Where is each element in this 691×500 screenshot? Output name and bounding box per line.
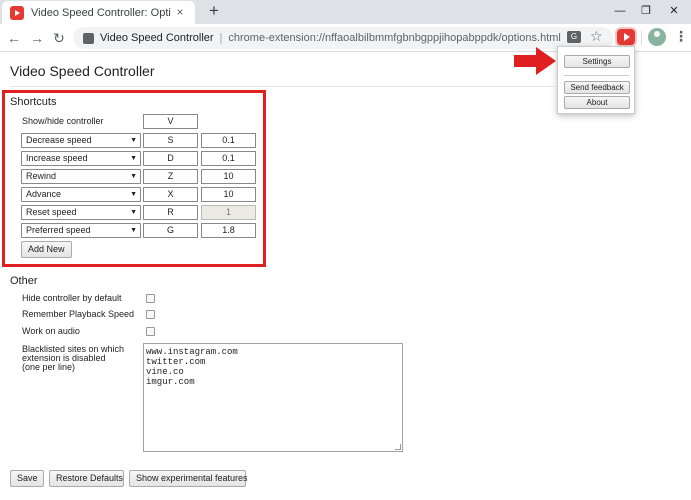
add-new-button[interactable]: Add New [21, 241, 72, 258]
dropdown-arrow-icon: ▼ [130, 155, 137, 162]
translate-icon[interactable]: G [567, 31, 581, 43]
shortcut-key-input[interactable]: Z [143, 169, 198, 184]
red-arrow-icon [514, 47, 556, 75]
shortcut-action-select[interactable]: Rewind ▼ [21, 169, 141, 184]
shortcut-action-value: Increase speed [26, 153, 88, 163]
shortcut-action-value: Rewind [26, 171, 57, 181]
shortcut-action-value: Reset speed [26, 207, 77, 217]
close-window-button[interactable]: ✕ [665, 3, 683, 19]
work-on-audio-label: Work on audio [22, 326, 80, 336]
remember-speed-checkbox[interactable] [146, 310, 155, 319]
show-hide-key-input[interactable]: V [143, 114, 198, 129]
shortcut-key-input[interactable]: S [143, 133, 198, 148]
dropdown-arrow-icon: ▼ [130, 173, 137, 180]
omnibox-site-name: Video Speed Controller [100, 32, 214, 44]
about-button[interactable]: About [564, 96, 630, 109]
shortcut-action-value: Preferred speed [26, 225, 91, 235]
video-speed-extension-icon[interactable] [617, 29, 635, 45]
resize-grip-icon[interactable] [395, 444, 401, 450]
browser-tab[interactable]: Video Speed Controller: Options × [2, 1, 195, 24]
shortcut-action-select[interactable]: Advance ▼ [21, 187, 141, 202]
title-divider [10, 86, 555, 87]
settings-button[interactable]: Settings [564, 55, 630, 68]
shortcut-value-input[interactable]: 10 [201, 169, 256, 184]
dropdown-arrow-icon: ▼ [130, 227, 137, 234]
forward-button[interactable]: → [28, 29, 46, 47]
tab-title: Video Speed Controller: Options [31, 6, 171, 19]
hide-controller-checkbox[interactable] [146, 294, 155, 303]
popup-divider [564, 75, 630, 76]
bookmark-star-icon[interactable]: ☆ [590, 28, 603, 45]
title-bar: Video Speed Controller: Options × + — ❐ … [0, 0, 691, 24]
shortcut-action-value: Advance [26, 189, 62, 199]
blacklist-site: vine.co [146, 367, 184, 377]
address-bar[interactable]: Video Speed Controller | chrome-extensio… [73, 27, 613, 49]
reload-button[interactable]: ↻ [50, 29, 68, 47]
minimize-button[interactable]: — [611, 3, 629, 19]
blacklist-site: imgur.com [146, 377, 195, 387]
shortcut-key-input[interactable]: X [143, 187, 198, 202]
shortcut-key-input[interactable]: G [143, 223, 198, 238]
extension-puzzle-icon [83, 32, 94, 44]
shortcut-value-input[interactable]: 10 [201, 187, 256, 202]
save-button[interactable]: Save [10, 470, 44, 487]
chrome-menu-icon[interactable]: ⋮ [674, 28, 688, 44]
restore-defaults-button[interactable]: Restore Defaults [49, 470, 124, 487]
omnibox-url: chrome-extension://nffaoalbilbmmfgbnbgpp… [228, 32, 561, 44]
dropdown-arrow-icon: ▼ [130, 209, 137, 216]
shortcut-value-input[interactable]: 1.8 [201, 223, 256, 238]
blacklist-label-line3: (one per line) [22, 362, 76, 372]
restore-button[interactable]: ❐ [637, 3, 655, 19]
page-title: Video Speed Controller [10, 63, 155, 79]
dropdown-arrow-icon: ▼ [130, 191, 137, 198]
remember-speed-label: Remember Playback Speed [22, 309, 135, 319]
show-experimental-button[interactable]: Show experimental features [129, 470, 248, 487]
video-speed-favicon-icon [10, 5, 24, 20]
other-heading: Other [10, 275, 38, 287]
back-button[interactable]: ← [5, 29, 23, 47]
shortcut-key-input[interactable]: R [143, 205, 198, 220]
blacklist-site: twitter.com [146, 357, 206, 367]
shortcuts-heading: Shortcuts [10, 96, 57, 108]
send-feedback-button[interactable]: Send feedback [564, 81, 630, 94]
show-hide-label: Show/hide controller [22, 116, 104, 126]
toolbar-divider [641, 31, 642, 45]
work-on-audio-checkbox[interactable] [146, 327, 155, 336]
extension-popup: Settings Send feedback About [557, 46, 635, 114]
shortcut-action-value: Decrease speed [26, 135, 92, 145]
shortcut-action-select[interactable]: Decrease speed ▼ [21, 133, 141, 148]
tab-close-icon[interactable]: × [173, 5, 187, 19]
profile-avatar[interactable] [648, 28, 666, 46]
shortcut-value-input[interactable]: 0.1 [201, 151, 256, 166]
blacklist-site: www.instagram.com [146, 347, 238, 357]
shortcut-value-input[interactable]: 0.1 [201, 133, 256, 148]
shortcut-key-input[interactable]: D [143, 151, 198, 166]
shortcut-action-select[interactable]: Reset speed ▼ [21, 205, 141, 220]
new-tab-button[interactable]: + [205, 2, 223, 20]
shortcut-action-select[interactable]: Preferred speed ▼ [21, 223, 141, 238]
shortcut-value-input-disabled: 1 [201, 205, 256, 220]
shortcut-action-select[interactable]: Increase speed ▼ [21, 151, 141, 166]
dropdown-arrow-icon: ▼ [130, 137, 137, 144]
omnibox-separator: | [219, 32, 223, 44]
hide-controller-label: Hide controller by default [22, 293, 122, 303]
blacklist-textarea[interactable]: www.instagram.com twitter.com vine.co im… [143, 343, 403, 452]
